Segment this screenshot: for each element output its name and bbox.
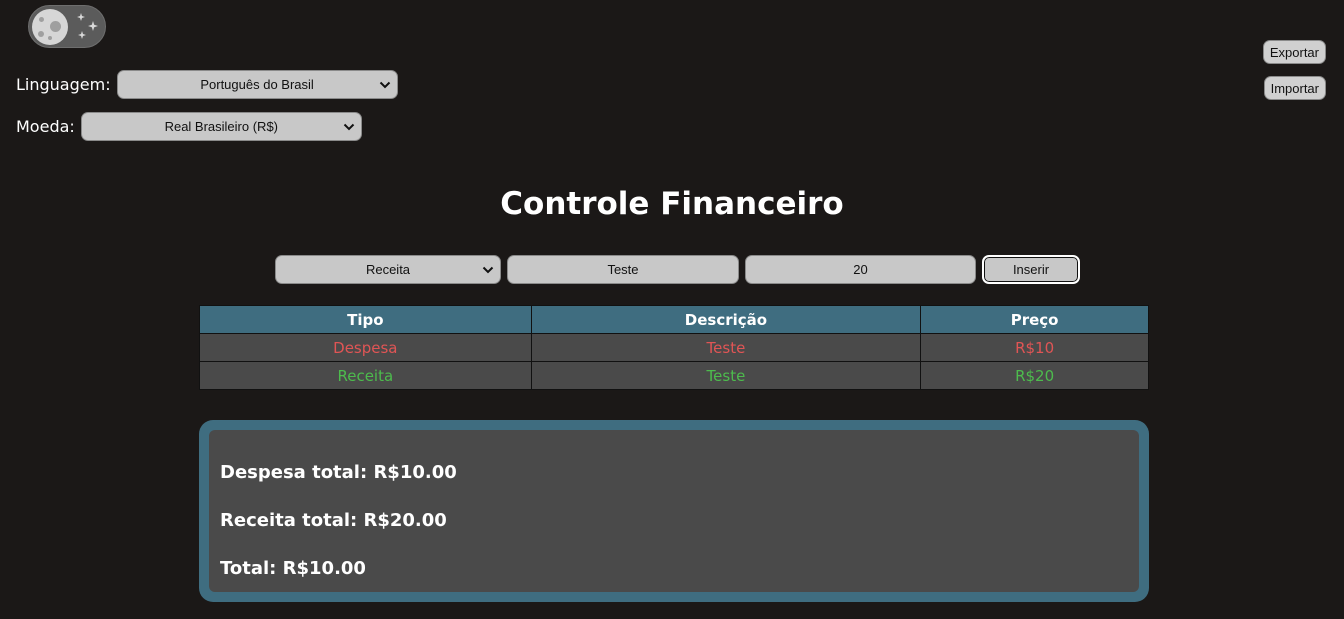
language-setting: Linguagem: Português do Brasil	[16, 70, 398, 99]
transactions-table: Tipo Descrição Preço Despesa Teste R$10 …	[199, 305, 1149, 390]
stars-icon	[77, 13, 98, 39]
price-input[interactable]: 20	[745, 255, 976, 284]
entry-form: Receita Teste 20 Inserir	[275, 255, 1080, 284]
currency-select-value: Real Brasileiro (R$)	[164, 119, 278, 134]
grand-total: Total: R$10.00	[220, 558, 366, 579]
row-price: R$10	[920, 333, 1149, 362]
language-select-value: Português do Brasil	[200, 77, 314, 92]
chevron-down-icon	[343, 123, 355, 130]
chevron-down-icon	[482, 266, 494, 273]
summary-inner: Despesa total: R$10.00 Receita total: R$…	[209, 430, 1139, 592]
row-description: Teste	[530, 333, 922, 362]
type-select[interactable]: Receita	[275, 255, 501, 284]
header-description: Descrição	[530, 305, 922, 334]
income-total: Receita total: R$20.00	[220, 510, 447, 531]
theme-toggle[interactable]	[28, 5, 106, 48]
import-button[interactable]: Importar	[1263, 76, 1326, 100]
price-input-value: 20	[853, 262, 868, 277]
type-select-value: Receita	[365, 262, 411, 277]
currency-label: Moeda:	[16, 117, 75, 136]
insert-button[interactable]: Inserir	[982, 255, 1080, 284]
summary-panel: Despesa total: R$10.00 Receita total: R$…	[199, 420, 1149, 602]
header-price: Preço	[920, 305, 1149, 334]
moon-icon	[32, 9, 68, 45]
expense-total: Despesa total: R$10.00	[220, 462, 457, 483]
language-select[interactable]: Português do Brasil	[116, 70, 398, 99]
row-description: Teste	[530, 361, 922, 390]
currency-select[interactable]: Real Brasileiro (R$)	[80, 112, 362, 141]
export-button[interactable]: Exportar	[1262, 40, 1326, 64]
currency-setting: Moeda: Real Brasileiro (R$)	[16, 112, 362, 141]
row-type: Receita	[199, 361, 532, 390]
description-input[interactable]: Teste	[507, 255, 739, 284]
row-type: Despesa	[199, 333, 532, 362]
page-title: Controle Financeiro	[500, 186, 844, 222]
header-type: Tipo	[199, 305, 532, 334]
table-row: Receita Teste R$20	[199, 361, 1149, 390]
row-price: R$20	[920, 361, 1149, 390]
language-label: Linguagem:	[16, 75, 111, 94]
table-row: Despesa Teste R$10	[199, 333, 1149, 362]
table-header-row: Tipo Descrição Preço	[199, 305, 1149, 334]
description-input-value: Teste	[607, 262, 639, 277]
chevron-down-icon	[379, 81, 390, 88]
